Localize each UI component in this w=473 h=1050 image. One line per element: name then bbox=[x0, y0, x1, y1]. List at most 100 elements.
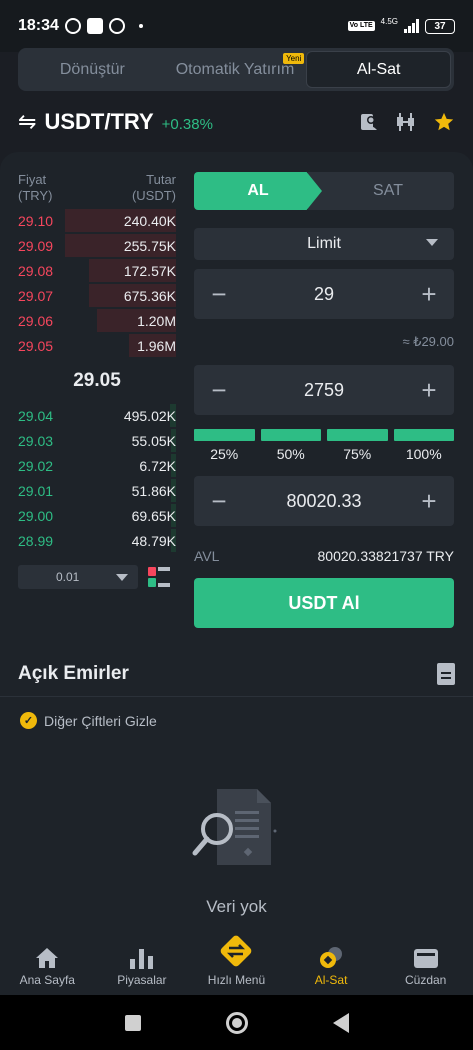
status-time: 18:34 bbox=[18, 17, 59, 34]
swap-pair-icon[interactable]: ⇋ bbox=[18, 109, 36, 135]
nav-trade[interactable]: Al-Sat bbox=[284, 935, 379, 995]
percent-50-button[interactable]: 50% bbox=[260, 429, 321, 462]
order-book-header: Fiyat (TRY) Tutar (USDT) bbox=[18, 172, 176, 208]
buy-usdt-button[interactable]: USDT Al bbox=[194, 578, 454, 628]
pair-actions bbox=[359, 111, 455, 133]
amount-header: Tutar bbox=[146, 172, 176, 187]
ask-amount: 172.57K bbox=[123, 262, 176, 279]
avl-label: AVL bbox=[194, 548, 220, 564]
amount-minus-button[interactable]: − bbox=[208, 377, 230, 403]
bid-amount: 55.05K bbox=[131, 432, 176, 449]
ask-price: 29.08 bbox=[18, 262, 54, 279]
amount-input[interactable]: 2759 bbox=[304, 380, 344, 401]
candlestick-chart-icon[interactable] bbox=[395, 112, 417, 132]
price-unit: (TRY) bbox=[18, 188, 53, 203]
recent-apps-icon[interactable] bbox=[124, 1014, 141, 1031]
order-history-icon[interactable] bbox=[437, 663, 455, 685]
bid-price: 29.01 bbox=[18, 482, 54, 499]
markets-icon bbox=[129, 941, 155, 969]
bid-price: 29.04 bbox=[18, 407, 54, 424]
price-minus-button[interactable]: − bbox=[208, 281, 230, 307]
available-balance: AVL 80020.33821737 TRY bbox=[194, 548, 454, 564]
back-icon[interactable] bbox=[332, 1012, 349, 1033]
percent-bar bbox=[393, 429, 454, 441]
percent-75-button[interactable]: 75% bbox=[327, 429, 388, 462]
bid-row[interactable]: 29.00 69.65K bbox=[18, 503, 176, 528]
percent-bar bbox=[194, 429, 255, 441]
ask-amount: 1.96M bbox=[137, 337, 176, 354]
nav-home[interactable]: Ana Sayfa bbox=[0, 935, 95, 995]
bid-row[interactable]: 29.04 495.02K bbox=[18, 403, 176, 428]
order-type-select[interactable]: Limit bbox=[194, 228, 454, 260]
mid-price[interactable]: 29.05 bbox=[18, 358, 176, 403]
volte-icon: Vo LTE bbox=[347, 21, 375, 31]
bid-row[interactable]: 29.02 6.72K bbox=[18, 453, 176, 478]
bid-price: 29.00 bbox=[18, 507, 54, 524]
percent-100-button[interactable]: 100% bbox=[393, 429, 454, 462]
binance-icon bbox=[108, 18, 125, 34]
nav-markets[interactable]: Piyasalar bbox=[95, 935, 190, 995]
ask-list: 29.10 240.40K 29.09 255.75K 29.08 172.57K 29.0… bbox=[18, 208, 176, 358]
ask-price: 29.10 bbox=[18, 212, 54, 229]
ask-row[interactable]: 29.07 675.36K bbox=[18, 283, 176, 308]
total-minus-button[interactable]: − bbox=[208, 488, 230, 514]
total-stepper: − 80020.33 + bbox=[194, 476, 454, 526]
order-type-value: Limit bbox=[307, 235, 341, 252]
pair-symbol[interactable]: USDT/TRY bbox=[44, 109, 153, 135]
amount-plus-button[interactable]: + bbox=[418, 377, 440, 403]
favorite-star-icon[interactable] bbox=[433, 111, 455, 133]
amount-stepper: − 2759 + bbox=[194, 365, 454, 415]
tab-auto-invest[interactable]: Otomatik Yatırım Yeni bbox=[164, 51, 307, 88]
buy-tab[interactable]: AL bbox=[194, 172, 322, 210]
price-header: Fiyat bbox=[18, 172, 47, 187]
bid-price: 29.03 bbox=[18, 432, 54, 449]
new-badge: Yeni bbox=[283, 53, 305, 64]
ask-row[interactable]: 29.05 1.96M bbox=[18, 333, 176, 358]
nav-quick-menu[interactable]: Hızlı Menü bbox=[189, 935, 284, 995]
total-input[interactable]: 80020.33 bbox=[286, 491, 361, 512]
copy-trade-icon[interactable] bbox=[359, 112, 379, 132]
battery-icon: 37 bbox=[425, 18, 455, 34]
trade-icon bbox=[318, 941, 344, 969]
network-type: 4.5G bbox=[380, 16, 398, 26]
bid-row[interactable]: 29.03 55.05K bbox=[18, 428, 176, 453]
tab-trade[interactable]: Al-Sat bbox=[306, 51, 452, 88]
book-layout-icon[interactable] bbox=[148, 567, 170, 587]
percent-25-button[interactable]: 25% bbox=[194, 429, 255, 462]
price-plus-button[interactable]: + bbox=[418, 281, 440, 307]
divider bbox=[0, 696, 473, 697]
status-right: Vo LTE 4.5G 37 bbox=[347, 16, 455, 34]
ask-row[interactable]: 29.06 1.20M bbox=[18, 308, 176, 333]
quick-menu-icon bbox=[218, 935, 254, 969]
whatsapp-icon bbox=[64, 18, 81, 34]
bid-amount: 6.72K bbox=[139, 457, 176, 474]
price-input[interactable]: 29 bbox=[314, 284, 334, 305]
nav-wallet[interactable]: Cüzdan bbox=[378, 935, 473, 995]
decimal-select[interactable]: 0.01 bbox=[18, 565, 138, 589]
price-stepper: − 29 + bbox=[194, 269, 454, 319]
ask-price: 29.07 bbox=[18, 287, 54, 304]
hide-other-pairs-toggle[interactable]: ✓ Diğer Çiftleri Gizle bbox=[20, 712, 157, 729]
total-plus-button[interactable]: + bbox=[418, 488, 440, 514]
empty-state-text: Veri yok bbox=[206, 897, 267, 916]
side-toggle: AL SAT bbox=[194, 172, 454, 210]
amount-unit: (USDT) bbox=[131, 188, 176, 203]
bid-price: 28.99 bbox=[18, 532, 54, 549]
home-button-icon[interactable] bbox=[225, 1011, 248, 1034]
bid-list: 29.04 495.02K 29.03 55.05K 29.02 6.72K 29.01 51… bbox=[18, 403, 176, 553]
hide-other-pairs-label: Diğer Çiftleri Gizle bbox=[44, 712, 157, 729]
checkmark-icon: ✓ bbox=[20, 712, 37, 729]
price-approx: ≈ ₺29.00 bbox=[402, 334, 454, 349]
more-notifications-icon bbox=[138, 24, 143, 28]
tab-convert[interactable]: Dönüştür bbox=[21, 51, 164, 88]
ask-price: 29.09 bbox=[18, 237, 54, 254]
ask-row[interactable]: 29.09 255.75K bbox=[18, 233, 176, 258]
bid-row[interactable]: 28.99 48.79K bbox=[18, 528, 176, 553]
sell-tab[interactable]: SAT bbox=[308, 172, 454, 210]
ask-row[interactable]: 29.08 172.57K bbox=[18, 258, 176, 283]
open-orders-title: Açık Emirler bbox=[18, 663, 129, 684]
bid-row[interactable]: 29.01 51.86K bbox=[18, 478, 176, 503]
signal-icon bbox=[404, 19, 419, 33]
ask-row[interactable]: 29.10 240.40K bbox=[18, 208, 176, 233]
bid-amount: 495.02K bbox=[123, 407, 176, 424]
